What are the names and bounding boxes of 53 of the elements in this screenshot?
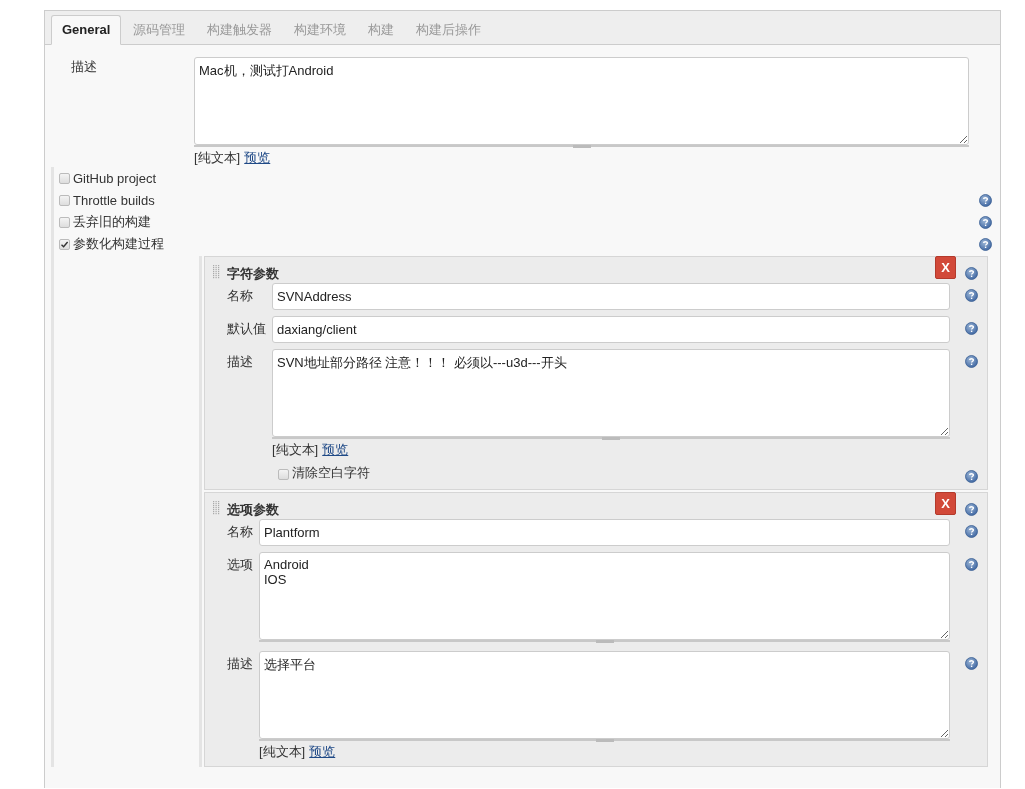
field-label: 名称 — [227, 287, 254, 305]
input-field[interactable]: Plantform — [259, 519, 950, 546]
field-label: 选项 — [227, 556, 253, 574]
help-icon[interactable] — [978, 215, 992, 229]
field-label: 默认值 — [227, 320, 266, 338]
checkbox[interactable] — [59, 172, 70, 184]
input-field[interactable]: SVNAddress — [272, 283, 950, 310]
checkbox[interactable] — [59, 216, 70, 228]
delete-button[interactable]: X — [935, 492, 956, 515]
help-icon[interactable] — [978, 237, 992, 251]
drag-handle-icon[interactable] — [213, 501, 220, 515]
help-icon[interactable] — [965, 289, 978, 302]
field-label: 描述 — [227, 353, 254, 371]
field-label: 名称 — [227, 523, 253, 541]
format-label: [纯文本] — [259, 744, 306, 760]
checkbox-label: 清除空白字符 — [292, 463, 370, 482]
checkbox[interactable] — [59, 238, 70, 250]
text-area[interactable]: SVN地址部分路径 注意！！！ 必须以---u3d---开头 — [272, 349, 950, 437]
field-label: 描述 — [70, 58, 98, 76]
help-icon[interactable] — [965, 558, 978, 571]
preview-link[interactable]: 预览 — [244, 150, 271, 166]
help-icon[interactable] — [965, 267, 978, 280]
help-icon[interactable] — [965, 503, 978, 516]
checkbox[interactable] — [278, 469, 289, 480]
checkbox-label: Throttle builds — [73, 192, 156, 208]
input-field[interactable]: daxiang/client — [272, 316, 950, 343]
checkbox-label: 参数化构建过程 — [73, 235, 165, 253]
help-icon[interactable] — [965, 355, 978, 368]
text-area[interactable]: Android IOS — [259, 552, 950, 640]
checkbox-label: 丢弃旧的构建 — [73, 213, 152, 231]
resize-handle[interactable] — [259, 739, 950, 744]
text-area[interactable]: 选择平台 — [259, 651, 950, 739]
text-area[interactable]: Mac机，测试打Android — [194, 57, 969, 145]
help-icon[interactable] — [965, 470, 978, 483]
field-label: 描述 — [227, 655, 253, 673]
tab[interactable]: General — [51, 15, 122, 45]
section-title: 选项参数 — [227, 501, 280, 519]
help-icon[interactable] — [965, 657, 978, 670]
resize-handle[interactable] — [272, 437, 950, 442]
preview-link[interactable]: 预览 — [322, 442, 349, 458]
delete-button[interactable]: X — [935, 256, 956, 279]
help-icon[interactable] — [978, 193, 992, 207]
format-label: [纯文本] — [194, 150, 241, 166]
resize-handle[interactable] — [259, 640, 950, 645]
preview-link[interactable]: 预览 — [309, 744, 336, 760]
section-title: 字符参数 — [227, 265, 280, 283]
format-label: [纯文本] — [272, 442, 319, 458]
checkbox-label: GitHub project — [73, 170, 158, 186]
help-icon[interactable] — [965, 322, 978, 335]
resize-handle[interactable] — [194, 145, 969, 150]
help-icon[interactable] — [965, 525, 978, 538]
checkbox[interactable] — [59, 194, 70, 206]
drag-handle-icon[interactable] — [213, 265, 220, 279]
